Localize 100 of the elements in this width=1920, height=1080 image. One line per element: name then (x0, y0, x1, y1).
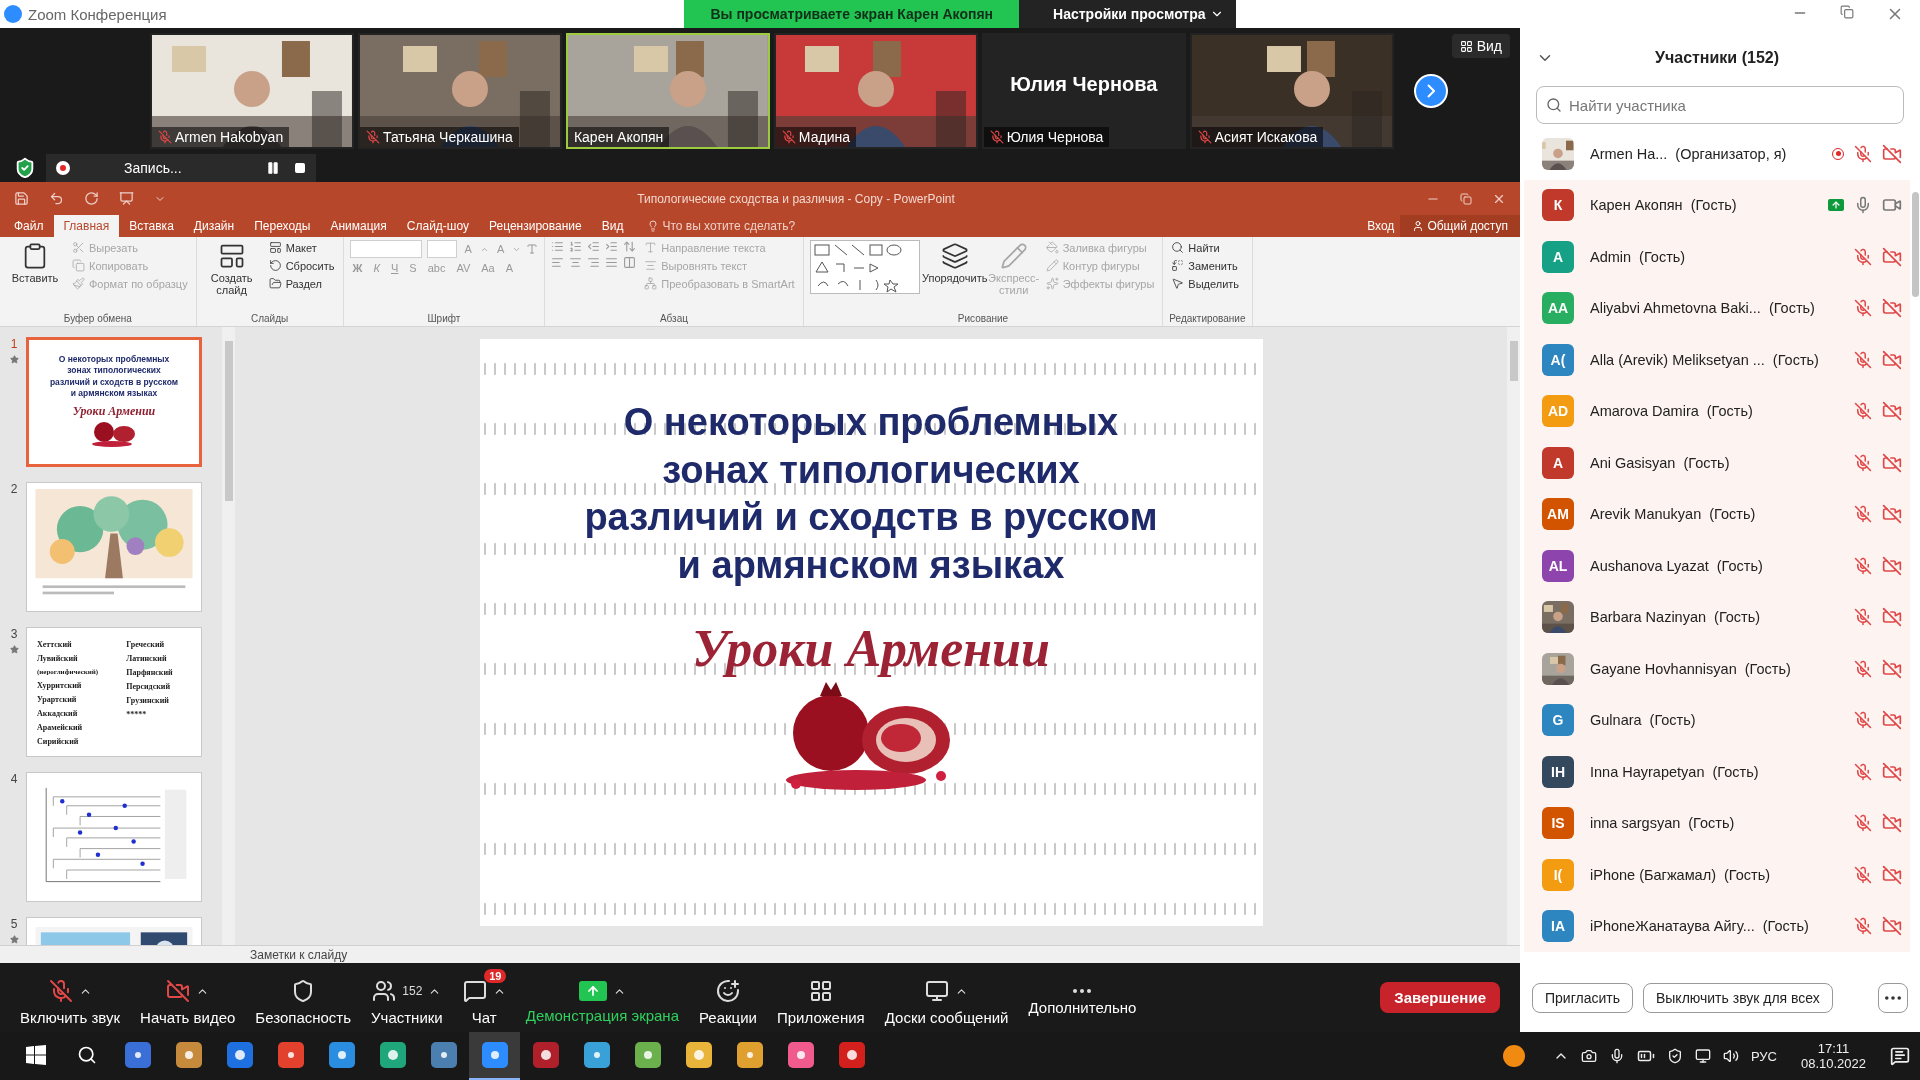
share-screen-icon (578, 981, 607, 1001)
toolbar-button[interactable]: Приложения (766, 969, 875, 1026)
participant-row[interactable]: AA Aliyabvi Ahmetovna Baki... (Гость) (1524, 282, 1910, 334)
zoom-logo-icon (4, 5, 22, 23)
align-center-icon[interactable] (569, 256, 583, 269)
bullets-icon[interactable] (551, 240, 565, 253)
video-tile[interactable]: Татьяна Черкашина (357, 33, 562, 149)
toolbar-button[interactable]: Демонстрация экрана (515, 971, 689, 1024)
ribbon-tab[interactable]: Слайд-шоу (396, 215, 479, 237)
ribbon-button[interactable]: Выделить (1169, 276, 1242, 291)
participant-name: Admin (1590, 248, 1632, 265)
numbering-icon[interactable] (569, 240, 583, 253)
toolbar-button[interactable]: 152 Участники (361, 969, 453, 1026)
presentation-icon[interactable] (119, 191, 134, 206)
notifications-icon[interactable] (1890, 1046, 1910, 1066)
next-page-button[interactable] (1413, 74, 1448, 108)
ribbon-button[interactable]: Заменить (1169, 258, 1242, 273)
line-spacing-icon[interactable] (623, 240, 637, 253)
participant-row[interactable]: IA iPhoneЖанатаува Айгу... (Гость) (1524, 900, 1910, 952)
toolbar-button[interactable]: Включить звук (10, 969, 131, 1026)
slide-thumbnail[interactable]: О некоторых проблемных зонах типологических различий и сходств в русском и армянском языках Уроки Армении (26, 337, 202, 467)
indent-icon[interactable] (587, 240, 601, 253)
participant-row[interactable]: Barbara Nazinyan (Гость) (1524, 591, 1910, 643)
text-icon (644, 241, 658, 254)
ribbon-button[interactable]: Сбросить (266, 258, 337, 273)
monitor-icon (925, 979, 950, 1003)
participant-row[interactable]: A( Alla (Arevik) Meliksetyan ... (Гость) (1524, 334, 1910, 386)
font-size-field[interactable] (426, 240, 457, 258)
share-button[interactable]: Общий доступ (1400, 215, 1520, 237)
toolbar-button[interactable]: Безопасность (245, 969, 362, 1026)
more-button[interactable] (1878, 982, 1908, 1013)
ribbon-tab[interactable]: Главная (53, 215, 120, 237)
stop-icon[interactable] (294, 162, 306, 174)
ribbon-button[interactable]: Макет (266, 240, 337, 255)
ribbon-tab[interactable]: Дизайн (183, 215, 245, 237)
ribbon-button[interactable]: Создать слайд (202, 240, 261, 313)
ribbon-tab[interactable]: Вид (591, 215, 634, 237)
font-name-field[interactable] (349, 240, 422, 258)
toolbar-button[interactable]: Дополнительно (1018, 979, 1147, 1016)
end-meeting-button[interactable]: Завершение (1380, 982, 1500, 1013)
restore-icon[interactable] (1840, 5, 1854, 19)
panel-button[interactable]: Пригласить (1532, 982, 1633, 1013)
slide-thumbnail[interactable] (26, 482, 202, 612)
paint-bucket-icon (1045, 241, 1059, 254)
toolbar-button[interactable]: Начать видео (130, 969, 246, 1026)
video-tile[interactable]: Юлия Чернова Юлия Чернова (981, 33, 1186, 149)
brush-icon (72, 277, 85, 290)
participant-role: (Гость) (1772, 351, 1819, 368)
ribbon-tab[interactable]: Анимация (320, 215, 397, 237)
indent-icon[interactable] (605, 240, 619, 253)
participant-row[interactable]: IH Inna Hayrapetyan (Гость) (1524, 746, 1910, 798)
justify-icon[interactable] (605, 256, 619, 269)
participant-row[interactable]: A Admin (Гость) (1524, 231, 1910, 283)
participant-row[interactable]: G Gulnara (Гость) (1524, 694, 1910, 746)
columns-icon[interactable] (623, 256, 637, 269)
ribbon-tab[interactable]: Переходы (244, 215, 321, 237)
pause-icon[interactable] (266, 161, 280, 175)
notes-label[interactable]: Заметки к слайду (250, 947, 348, 962)
participant-row[interactable]: AM Arevik Manukyan (Гость) (1524, 488, 1910, 540)
avatar: A (1542, 240, 1574, 273)
view-button[interactable]: Вид (1451, 34, 1510, 58)
video-tile[interactable]: Мадина (773, 33, 978, 149)
participant-row[interactable]: I( iPhone (Багжамал) (Гость) (1524, 849, 1910, 901)
toolbar-button[interactable]: Реакции (689, 969, 767, 1026)
language-indicator[interactable]: РУС (1750, 1048, 1777, 1064)
ribbon-button[interactable]: Вставить (6, 240, 64, 313)
taskbar-app[interactable] (469, 1032, 520, 1080)
participant-row[interactable]: AL Aushanova Lyazat (Гость) (1524, 540, 1910, 592)
ribbon-tab[interactable]: Вставка (119, 215, 184, 237)
participant-role: (Организатор, я) (1675, 145, 1787, 162)
ribbon-button[interactable]: Раздел (266, 276, 337, 291)
redo-icon[interactable] (84, 191, 99, 206)
users-icon (372, 979, 397, 1003)
restore-icon[interactable] (1460, 192, 1472, 205)
toolbar-button[interactable]: Доски сообщений (874, 969, 1019, 1026)
align-right-icon[interactable] (587, 256, 601, 269)
tell-me-field[interactable]: Что вы хотите сделать? (641, 215, 802, 237)
save-icon[interactable] (14, 191, 29, 206)
view-options-button[interactable]: Настройки просмотра (1019, 0, 1236, 28)
ribbon-tab[interactable]: Файл (4, 215, 54, 237)
video-tile[interactable]: Armen Hakobyan (150, 33, 354, 149)
participant-row[interactable]: К Карен Акопян (Гость) (1524, 179, 1910, 231)
search-field[interactable]: Найти участника (1536, 86, 1904, 124)
participant-row[interactable]: IS inna sargsyan (Гость) (1524, 797, 1910, 849)
video-tile[interactable]: Асият Искакова (1189, 33, 1394, 149)
ribbon-tab[interactable]: Рецензирование (479, 215, 592, 237)
slide-thumbnail[interactable] (26, 772, 202, 902)
toolbar-button[interactable]: 19 Чат (452, 969, 516, 1026)
participant-row[interactable]: Gayane Hovhannisyan (Гость) (1524, 643, 1910, 695)
video-tile[interactable]: Карен Акопян (565, 33, 770, 149)
shapes-gallery-drawing[interactable] (809, 240, 920, 294)
ribbon-button[interactable]: Найти (1169, 240, 1242, 255)
sign-in-link[interactable]: Вход (1361, 215, 1401, 237)
align-left-icon[interactable] (551, 256, 565, 269)
panel-button[interactable]: Выключить звук для всех (1642, 982, 1833, 1013)
participant-name: iPhoneЖанатаува Айгу... (1590, 918, 1755, 935)
participant-role: (Гость) (1716, 557, 1763, 574)
participant-row[interactable]: A Ani Gasisyan (Гость) (1524, 437, 1910, 489)
undo-icon[interactable] (49, 191, 64, 206)
participant-row[interactable]: AD Amarova Damira (Гость) (1524, 385, 1910, 437)
